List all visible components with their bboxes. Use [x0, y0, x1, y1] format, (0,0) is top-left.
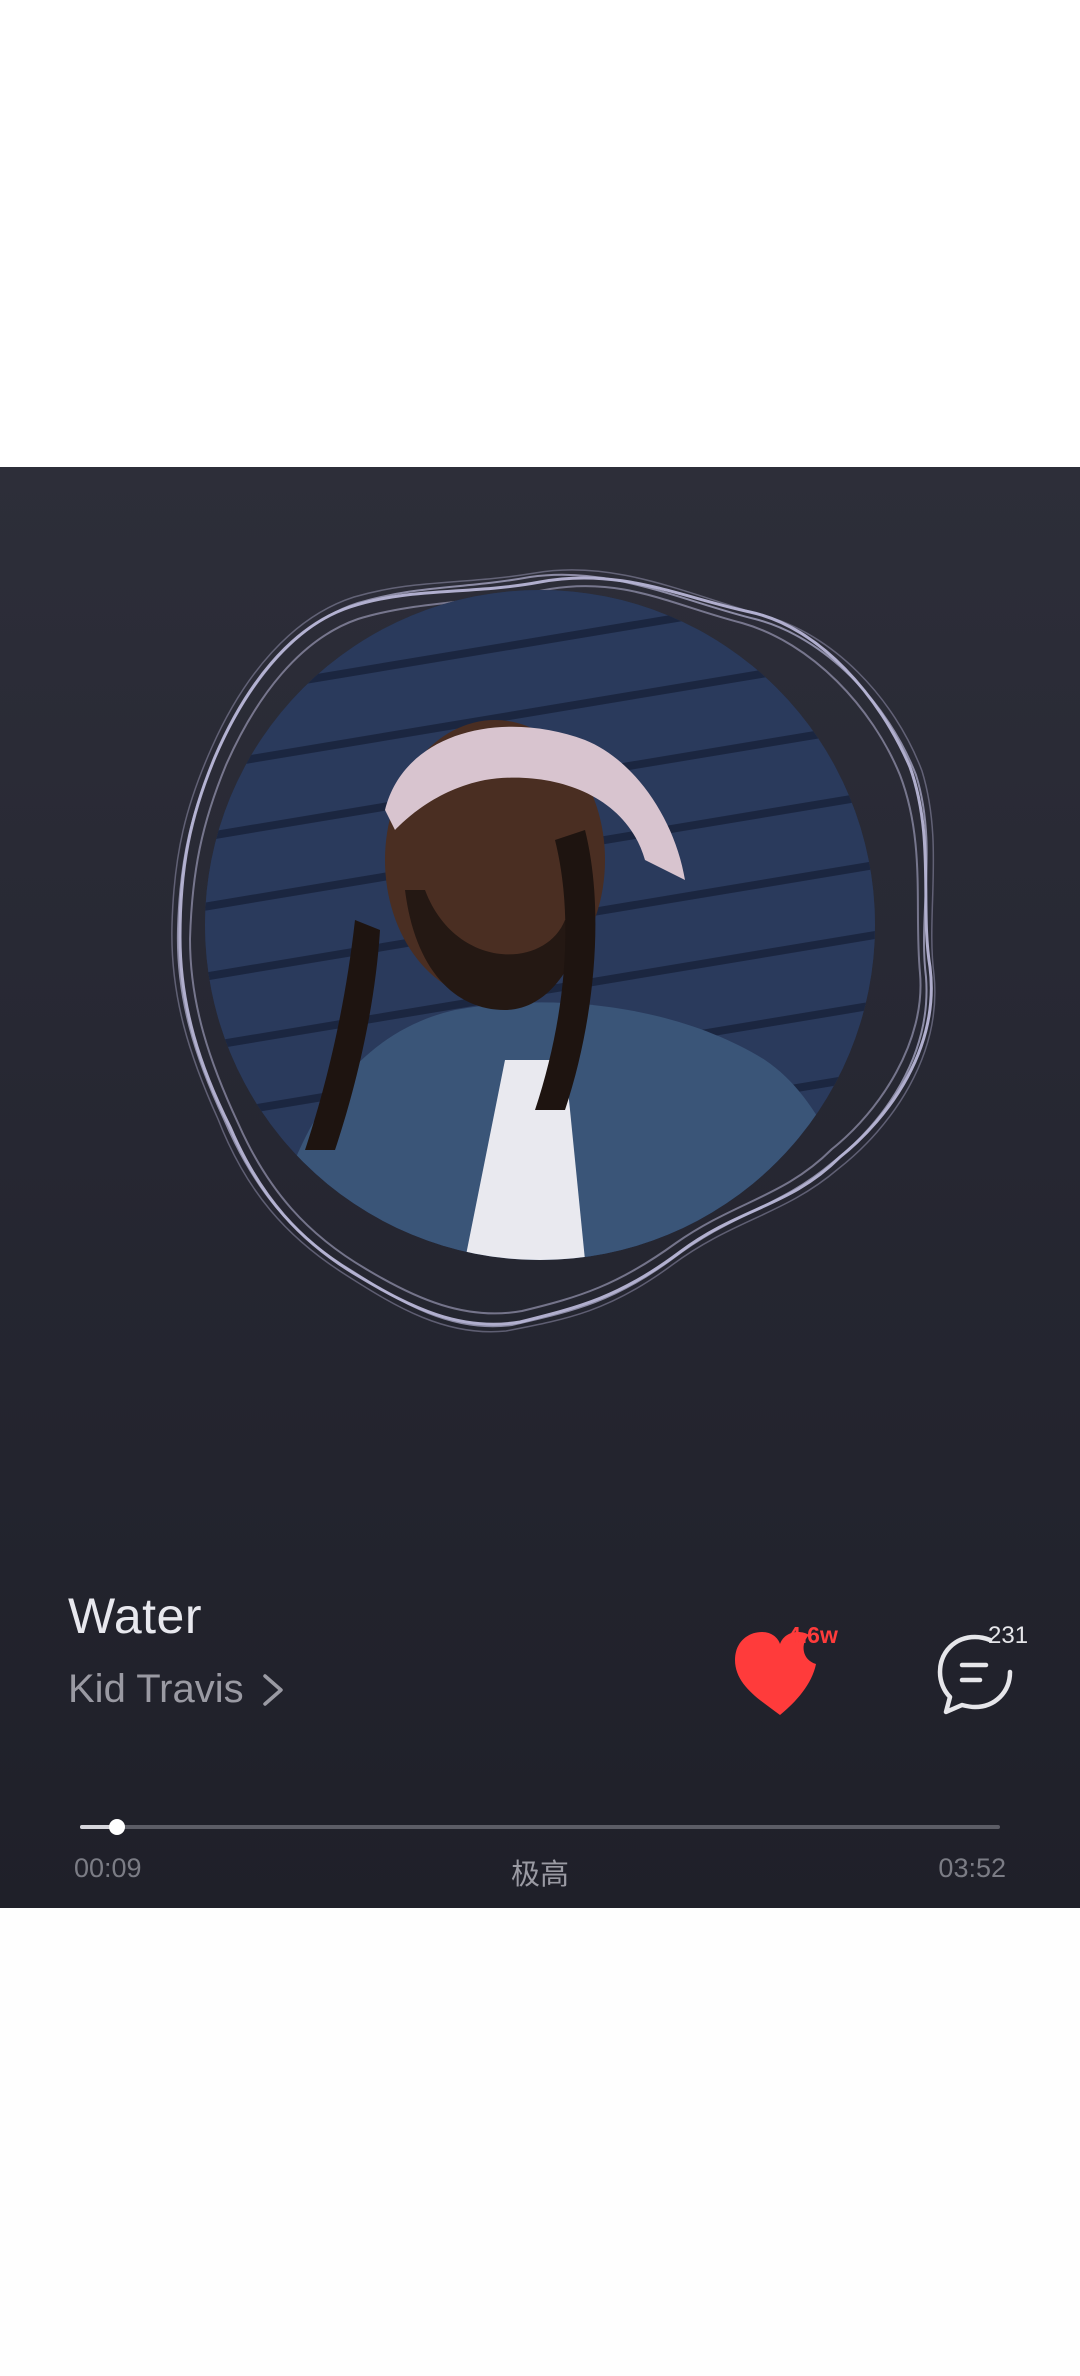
comment-count: 231 — [988, 1622, 1029, 1649]
player-screen: Water Kid Travis 4.6w 231 00:09 极高 03:52 — [0, 467, 1080, 1908]
chevron-right-icon — [262, 1673, 283, 1706]
artist-link[interactable]: Kid Travis — [68, 1667, 284, 1712]
total-time: 03:52 — [938, 1853, 1006, 1883]
song-title: Water — [68, 1588, 202, 1644]
artist-name: Kid Travis — [68, 1667, 244, 1711]
top-blank-area — [0, 0, 1080, 467]
progress-bar[interactable] — [80, 1807, 1000, 1847]
like-count: 4.6w — [788, 1622, 838, 1648]
progress-thumb[interactable] — [108, 1819, 125, 1835]
album-cover[interactable] — [205, 590, 875, 1260]
audio-quality-button[interactable]: 极高 — [0, 1851, 1080, 1893]
progress-track — [80, 1825, 1000, 1829]
bottom-blank-area — [0, 1908, 1080, 2376]
